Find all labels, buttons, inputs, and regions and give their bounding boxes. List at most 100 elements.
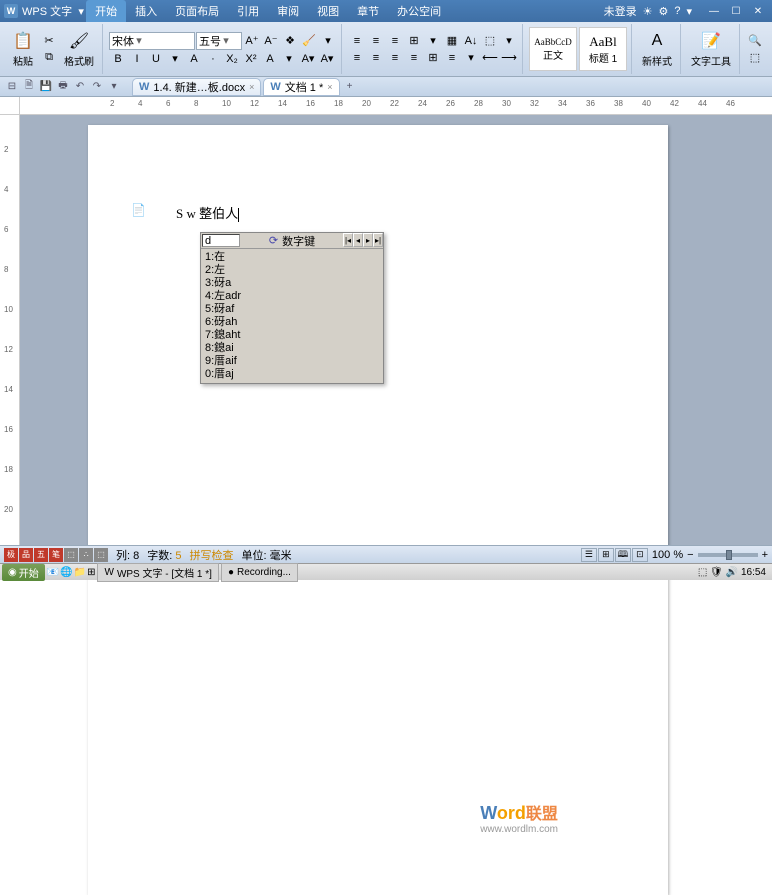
font-fmt-5[interactable]: ·: [204, 51, 222, 67]
skin-icon[interactable]: ☀: [643, 5, 653, 18]
view-btn-3[interactable]: ⊡: [632, 548, 648, 562]
font-btn-4[interactable]: ▾: [319, 33, 337, 49]
font-fmt-10[interactable]: A▾: [299, 51, 317, 67]
para1-btn-8[interactable]: ▾: [500, 33, 518, 49]
qat-btn-2[interactable]: 💾: [38, 79, 54, 95]
doc-tab-1[interactable]: W文档 1 *×: [263, 78, 339, 96]
font-fmt-0[interactable]: B: [109, 51, 127, 67]
menu-5[interactable]: 视图: [308, 0, 348, 22]
menu-2[interactable]: 页面布局: [166, 0, 228, 22]
ime-candidate-window[interactable]: d ⟳数字键 |◂◂▸▸| 1:在2:左3:砑a4:左adr5:砑af6:砑ah…: [200, 232, 384, 384]
maximize-button[interactable]: ☐: [726, 4, 746, 18]
select-button[interactable]: ⬚: [746, 50, 764, 66]
quicklaunch-0[interactable]: 📧: [47, 567, 59, 578]
format-painter-button[interactable]: 🖌 格式刷: [60, 24, 98, 74]
tab-close-icon[interactable]: ×: [249, 82, 254, 92]
menu-7[interactable]: 办公空间: [388, 0, 450, 22]
vertical-ruler[interactable]: 2468101214161820: [0, 115, 20, 545]
font-fmt-6[interactable]: X₂: [223, 51, 241, 67]
view-btn-2[interactable]: 🕮: [615, 548, 631, 562]
find-button[interactable]: 🔍: [746, 33, 764, 49]
new-style-button[interactable]: A 新样式: [638, 24, 676, 74]
ime-candidate[interactable]: 6:砑ah: [205, 316, 379, 329]
para2-btn-1[interactable]: ≡: [367, 50, 385, 66]
copy-button[interactable]: ⧉: [40, 50, 58, 66]
taskbar-app-0[interactable]: WWPS 文字 - [文档 1 *]: [97, 563, 218, 582]
para2-btn-0[interactable]: ≡: [348, 50, 366, 66]
font-btn-0[interactable]: A⁺: [243, 33, 261, 49]
ime-nav-2[interactable]: ▸: [363, 233, 373, 247]
menu-4[interactable]: 审阅: [268, 0, 308, 22]
para2-btn-4[interactable]: ⊞: [424, 50, 442, 66]
ime-nav-1[interactable]: ◂: [353, 233, 363, 247]
qat-btn-0[interactable]: ⊟: [4, 79, 20, 95]
para1-btn-0[interactable]: ≡: [348, 33, 366, 49]
font-size-combo[interactable]: 五号▾: [196, 32, 242, 50]
para1-btn-7[interactable]: ⬚: [481, 33, 499, 49]
font-fmt-11[interactable]: A▾: [318, 51, 336, 67]
ime-candidate[interactable]: 0:厝aj: [205, 368, 379, 381]
settings-icon[interactable]: ⚙: [658, 5, 668, 18]
ime-nav-3[interactable]: ▸|: [373, 233, 383, 247]
font-fmt-7[interactable]: X²: [242, 51, 260, 67]
text-tools-button[interactable]: 📝 文字工具: [687, 24, 735, 74]
quicklaunch-1[interactable]: 🌐: [60, 567, 72, 578]
help-icon[interactable]: ?: [674, 5, 680, 17]
view-btn-1[interactable]: ⊞: [598, 548, 614, 562]
ime-candidate[interactable]: 8:鎴ai: [205, 342, 379, 355]
taskbar-app-1[interactable]: ●Recording...: [221, 563, 298, 582]
zoom-slider[interactable]: [698, 553, 758, 557]
zoom-level[interactable]: 100 %: [652, 549, 683, 561]
ime-candidate[interactable]: 7:鎴aht: [205, 329, 379, 342]
para1-btn-3[interactable]: ⊞: [405, 33, 423, 49]
para2-btn-5[interactable]: ≡: [443, 50, 461, 66]
zoom-out[interactable]: −: [687, 549, 693, 561]
spell-check[interactable]: 拼写检查: [190, 547, 234, 563]
ime-candidate[interactable]: 5:砑af: [205, 303, 379, 316]
close-button[interactable]: ✕: [748, 4, 768, 18]
view-btn-0[interactable]: ☰: [581, 548, 597, 562]
ime-status[interactable]: 极品五笔⬚∴⬚: [4, 548, 108, 562]
document-text[interactable]: S w 整伯人: [176, 206, 238, 221]
app-menu-dropdown[interactable]: ▾: [76, 5, 86, 18]
qat-btn-3[interactable]: 🖶: [55, 79, 71, 95]
zoom-in[interactable]: +: [762, 549, 768, 561]
start-button[interactable]: ◉ 开始: [2, 564, 45, 581]
style-0[interactable]: AaBbCcD正文: [529, 27, 577, 71]
para1-btn-6[interactable]: A↓: [462, 33, 480, 49]
para2-btn-3[interactable]: ≡: [405, 50, 423, 66]
ime-nav-0[interactable]: |◂: [343, 233, 353, 247]
font-fmt-1[interactable]: I: [128, 51, 146, 67]
doc-tab-0[interactable]: W1.4. 新建…板.docx×: [132, 78, 261, 96]
horizontal-ruler[interactable]: 2468101214161820222426283032343638404244…: [0, 97, 772, 115]
paste-button[interactable]: 📋 粘贴: [8, 24, 38, 74]
quicklaunch-3[interactable]: ⊞: [87, 567, 95, 578]
ime-candidate[interactable]: 1:在: [205, 251, 379, 264]
login-status[interactable]: 未登录: [604, 3, 637, 19]
quicklaunch-2[interactable]: 📁: [74, 567, 86, 578]
minimize-button[interactable]: —: [704, 4, 724, 18]
font-fmt-8[interactable]: A: [261, 51, 279, 67]
menu-3[interactable]: 引用: [228, 0, 268, 22]
ime-input[interactable]: d: [202, 234, 240, 247]
title-dd[interactable]: ▾: [686, 5, 692, 18]
system-tray[interactable]: ⬚ 🛡 🔊 16:54: [694, 567, 770, 578]
font-fmt-9[interactable]: ▾: [280, 51, 298, 67]
ime-candidate[interactable]: 3:砑a: [205, 277, 379, 290]
cut-button[interactable]: ✂: [40, 33, 58, 49]
menu-1[interactable]: 插入: [126, 0, 166, 22]
font-fmt-4[interactable]: A: [185, 51, 203, 67]
menu-6[interactable]: 章节: [348, 0, 388, 22]
style-1[interactable]: AaBl标题 1: [579, 27, 627, 71]
qat-btn-6[interactable]: ▾: [106, 79, 122, 95]
para1-btn-1[interactable]: ≡: [367, 33, 385, 49]
para2-btn-7[interactable]: ⟵: [481, 50, 499, 66]
para1-btn-5[interactable]: ▦: [443, 33, 461, 49]
menu-0[interactable]: 开始: [86, 0, 126, 22]
qat-btn-5[interactable]: ↷: [89, 79, 105, 95]
font-fmt-2[interactable]: U: [147, 51, 165, 67]
para2-btn-8[interactable]: ⟶: [500, 50, 518, 66]
ime-candidate[interactable]: 9:厝aif: [205, 355, 379, 368]
font-btn-1[interactable]: A⁻: [262, 33, 280, 49]
para2-btn-6[interactable]: ▾: [462, 50, 480, 66]
